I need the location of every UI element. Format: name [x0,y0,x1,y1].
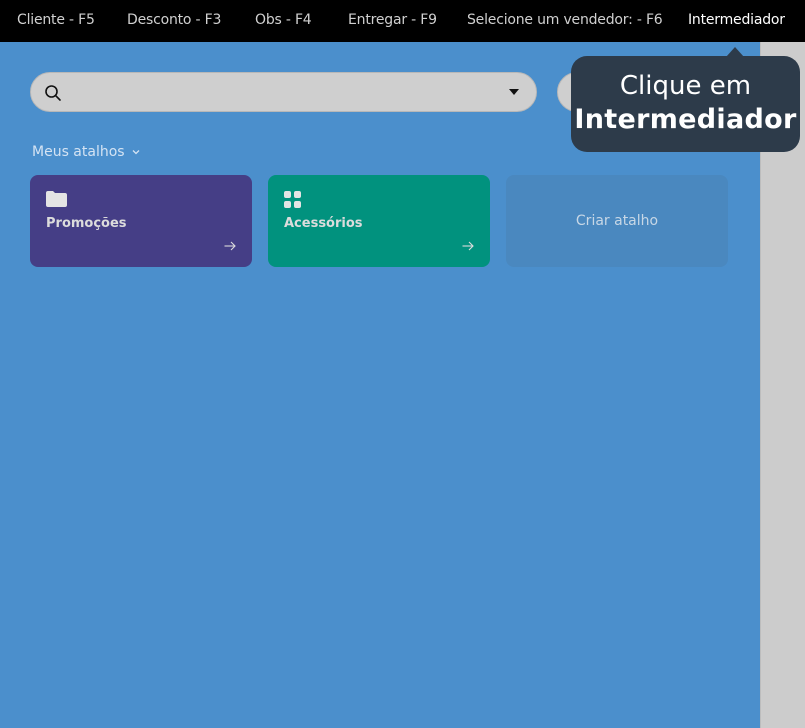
create-shortcut-label: Criar atalho [575,213,659,229]
menu-item-intermediador[interactable]: Intermediador [688,12,785,28]
tooltip-line2: Intermediador [574,104,797,135]
dropdown-caret-icon[interactable] [509,89,519,95]
menu-item-desconto[interactable]: Desconto - F3 [127,12,221,28]
shortcut-card-label: Promoções [46,216,127,231]
create-shortcut-card[interactable]: Criar atalho [506,175,728,267]
chevron-down-icon [132,150,140,155]
menu-item-entregar[interactable]: Entregar - F9 [348,12,437,28]
shortcuts-header[interactable]: Meus atalhos [32,144,141,160]
search-icon [44,84,62,102]
search-bar[interactable] [30,72,537,112]
menu-item-vendedor[interactable]: Selecione um vendedor: - F6 [467,12,663,28]
grid-icon [284,191,301,208]
tooltip-line1: Clique em [619,71,752,101]
shortcuts-header-label: Meus atalhos [32,144,125,160]
shortcut-card-promocoes[interactable]: Promoções [30,175,252,267]
shortcut-card-label: Acessórios [284,216,363,231]
menu-item-cliente[interactable]: Cliente - F5 [17,12,95,28]
search-input[interactable] [73,81,493,105]
menu-item-obs[interactable]: Obs - F4 [255,12,312,28]
onboarding-tooltip: Clique em Intermediador [571,47,800,152]
folder-icon [46,191,67,207]
top-menu-bar: Cliente - F5 Desconto - F3 Obs - F4 Entr… [0,0,805,42]
arrow-right-icon [462,241,474,251]
arrow-right-icon [224,241,236,251]
shortcut-card-acessorios[interactable]: Acessórios [268,175,490,267]
